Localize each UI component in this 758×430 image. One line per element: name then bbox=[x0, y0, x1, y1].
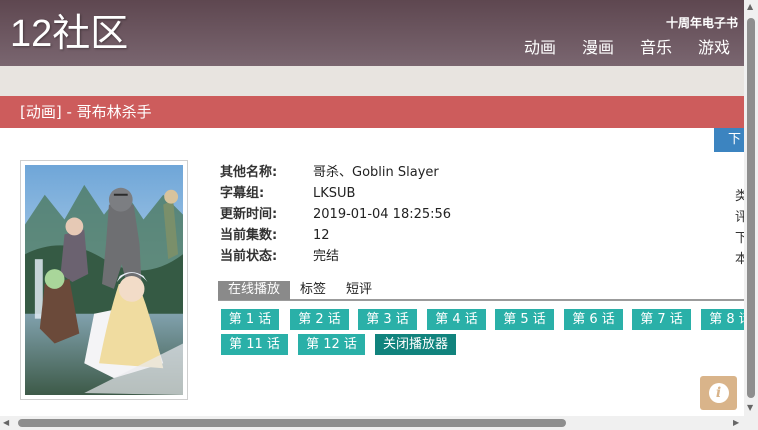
scrollbar-corner bbox=[744, 416, 758, 430]
episode-button-4[interactable]: 第 4 话 bbox=[427, 309, 486, 330]
info-row: 其他名称: 哥杀、Goblin Slayer bbox=[220, 162, 451, 183]
side-label: 本 bbox=[735, 252, 744, 267]
nav-item-anime[interactable]: 动画 bbox=[524, 38, 556, 58]
info-value-episode-count: 12 bbox=[313, 228, 330, 243]
info-row: 字幕组: LKSUB bbox=[220, 183, 451, 204]
side-label: 评 bbox=[735, 210, 744, 225]
nav-item-manga[interactable]: 漫画 bbox=[582, 38, 614, 58]
info-value-other-names: 哥杀、Goblin Slayer bbox=[313, 165, 439, 180]
sub-header-band bbox=[0, 66, 744, 96]
side-info-column: 类 评 下 本 bbox=[735, 186, 744, 270]
site-header: 12社区 十周年电子书 动画 漫画 音乐 游戏 bbox=[0, 0, 744, 66]
info-value-status: 完结 bbox=[313, 249, 340, 264]
info-row: 当前状态: 完结 bbox=[220, 246, 451, 267]
episode-button-5[interactable]: 第 5 话 bbox=[495, 309, 554, 330]
info-row: 当前集数: 12 bbox=[220, 225, 451, 246]
anime-poster-image bbox=[25, 165, 183, 395]
episode-button-11[interactable]: 第 11 话 bbox=[221, 334, 288, 355]
download-tab[interactable]: 下 bbox=[714, 128, 744, 152]
site-logo[interactable]: 12社区 bbox=[10, 12, 128, 56]
horizontal-scrollbar[interactable]: ◀ ▶ bbox=[0, 416, 744, 430]
scroll-up-arrow-icon[interactable]: ▲ bbox=[747, 2, 753, 12]
info-key-status: 当前状态: bbox=[220, 249, 278, 264]
main-nav: 动画 漫画 音乐 游戏 bbox=[524, 38, 730, 58]
episode-button-3[interactable]: 第 3 话 bbox=[358, 309, 417, 330]
nav-item-games[interactable]: 游戏 bbox=[698, 38, 730, 58]
info-key-other-names: 其他名称: bbox=[220, 165, 278, 180]
info-value-subgroup: LKSUB bbox=[313, 186, 356, 201]
side-label: 下 bbox=[735, 231, 744, 246]
anime-info: 其他名称: 哥杀、Goblin Slayer 字幕组: LKSUB 更新时间: … bbox=[220, 162, 451, 267]
info-row: 更新时间: 2019-01-04 18:25:56 bbox=[220, 204, 451, 225]
tab-tags[interactable]: 标签 bbox=[290, 281, 336, 300]
episode-button-8[interactable]: 第 8 话 bbox=[701, 309, 744, 330]
episode-button-7[interactable]: 第 7 话 bbox=[632, 309, 691, 330]
title-bar: [动画] - 哥布林杀手 bbox=[0, 96, 744, 128]
episode-button-6[interactable]: 第 6 话 bbox=[564, 309, 623, 330]
scroll-left-arrow-icon[interactable]: ◀ bbox=[3, 418, 9, 428]
info-button[interactable]: i bbox=[700, 376, 737, 410]
scroll-right-arrow-icon[interactable]: ▶ bbox=[733, 418, 739, 428]
tab-short-reviews[interactable]: 短评 bbox=[336, 281, 382, 300]
vertical-scrollbar[interactable]: ▲ ▼ bbox=[744, 0, 758, 416]
info-key-episode-count: 当前集数: bbox=[220, 228, 278, 243]
poster-frame bbox=[20, 160, 188, 400]
scroll-down-arrow-icon[interactable]: ▼ bbox=[747, 403, 753, 413]
nav-item-music[interactable]: 音乐 bbox=[640, 38, 672, 58]
info-key-subgroup: 字幕组: bbox=[220, 186, 265, 201]
episode-button-1[interactable]: 第 1 话 bbox=[221, 309, 279, 330]
page-title: [动画] - 哥布林杀手 bbox=[20, 103, 152, 121]
episode-list: 第 1 话 第 2 话 第 3 话 第 4 话 第 5 话 第 6 话 第 7 … bbox=[221, 309, 744, 359]
anniversary-ebook-link[interactable]: 十周年电子书 bbox=[666, 14, 738, 31]
info-key-update-time: 更新时间: bbox=[220, 207, 278, 222]
content-tabs: 在线播放 标签 短评 bbox=[218, 281, 744, 301]
side-label: 类 bbox=[735, 189, 744, 204]
episode-button-2[interactable]: 第 2 话 bbox=[290, 309, 349, 330]
horizontal-scroll-thumb[interactable] bbox=[18, 419, 566, 427]
info-value-update-time: 2019-01-04 18:25:56 bbox=[313, 207, 452, 222]
tab-online-play[interactable]: 在线播放 bbox=[218, 281, 291, 300]
close-player-button[interactable]: 关闭播放器 bbox=[375, 334, 456, 355]
info-icon: i bbox=[708, 383, 729, 403]
vertical-scroll-thumb[interactable] bbox=[747, 18, 755, 398]
episode-button-12[interactable]: 第 12 话 bbox=[298, 334, 365, 355]
